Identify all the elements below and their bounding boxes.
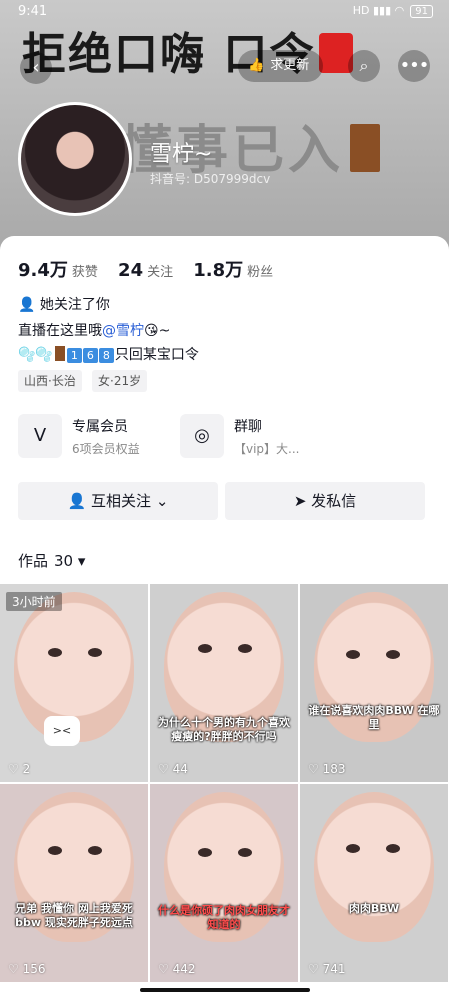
battery-icon: 91 <box>410 5 433 18</box>
video-caption: 谁在说喜欢肉肉BBW 在哪里 <box>308 704 440 731</box>
bio-line-2: 🫧🫧 1 6 8 只回某宝口令 <box>18 346 199 363</box>
tab-works[interactable]: 作品 30 ▾ <box>18 550 85 571</box>
location-tag: 山西·长治 <box>18 370 82 392</box>
like-count: ♡ 183 <box>308 762 346 776</box>
status-time: 9:41 <box>18 4 48 19</box>
door-emoji <box>350 124 381 172</box>
request-update-button[interactable]: 👍 求更新 <box>238 50 324 82</box>
avatar[interactable] <box>18 102 132 216</box>
home-indicator[interactable] <box>140 988 310 992</box>
video-thumbnail[interactable]: 谁在说喜欢肉肉BBW 在哪里 ♡ 183 <box>300 584 448 782</box>
stat-likes[interactable]: 9.4万 获赞 <box>18 260 98 281</box>
stat-followers[interactable]: 1.8万 粉丝 <box>193 260 273 281</box>
video-caption: 兄弟 我懂你 网上我爱死bbw 现实死胖子死远点 <box>15 902 133 929</box>
bio-mention-link[interactable]: @雪柠 <box>102 323 144 339</box>
video-thumbnail[interactable]: 3小时前 >< ♡ 2 <box>0 584 148 782</box>
search-icon: ⌕ <box>359 56 369 75</box>
user-icon: 👤 <box>18 297 36 313</box>
thumbs-up-icon: 👍 <box>248 58 265 73</box>
search-button[interactable]: ⌕ <box>348 50 380 82</box>
stat-following[interactable]: 24 关注 <box>118 260 173 281</box>
video-thumbnail[interactable]: 什么是你硕了肉肉女朋友才知道的 ♡ 442 <box>150 784 298 982</box>
status-bar: 9:41 HD ▮▮▮ ◠ 91 <box>0 0 449 24</box>
profile-card: 9.4万 获赞 24 关注 1.8万 粉丝 👤 她关注了你 直播在这里哦@雪柠😘~ 🫧… <box>0 236 449 1000</box>
video-caption: 什么是你硕了肉肉女朋友才知道的 <box>158 904 290 931</box>
like-count: ♡ 2 <box>8 762 31 776</box>
group-chat-icon: ◎ <box>180 414 224 458</box>
like-count: ♡ 44 <box>158 762 188 776</box>
video-thumbnail[interactable]: 肉肉BBW ♡ 741 <box>300 784 448 982</box>
douyin-id[interactable]: 抖音号: D507999dcv <box>150 170 270 187</box>
status-icons: HD ▮▮▮ ◠ 91 <box>353 4 433 18</box>
dropdown-caret-icon: ▾ <box>77 552 86 570</box>
bio-line-1: 直播在这里哦@雪柠😘~ <box>18 323 171 339</box>
door-emoji <box>54 346 65 361</box>
like-count: ♡ 442 <box>158 962 196 976</box>
vip-membership-entry[interactable]: V 专属会员 6项会员权益 <box>18 414 168 460</box>
chevron-down-icon: ⌄ <box>155 492 169 510</box>
bubbles-emoji: 🫧🫧 <box>18 347 53 363</box>
video-caption: 为什么十个男的有九个喜欢瘦瘦的?胖胖的不行吗 <box>158 716 290 743</box>
more-icon: ••• <box>399 55 430 76</box>
gender-age-tag: 女·21岁 <box>92 370 148 392</box>
video-thumbnail[interactable]: 为什么十个男的有九个喜欢瘦瘦的?胖胖的不行吗 ♡ 44 <box>150 584 298 782</box>
mutual-follow-button[interactable]: 👤 互相关注 ⌄ <box>18 482 218 520</box>
posted-time-badge: 3小时前 <box>6 592 62 611</box>
user-check-icon: 👤 <box>67 492 87 510</box>
video-thumbnail[interactable]: 兄弟 我懂你 网上我爱死bbw 现实死胖子死远点 ♡ 156 <box>0 784 148 982</box>
vip-icon: V <box>18 414 62 458</box>
stats-row: 9.4万 获赞 24 关注 1.8万 粉丝 <box>18 256 289 282</box>
like-count: ♡ 156 <box>8 962 46 976</box>
send-message-button[interactable]: ➤ 发私信 <box>225 482 425 520</box>
nickname: 雪柠~ <box>150 142 213 167</box>
more-button[interactable]: ••• <box>398 50 430 82</box>
back-arrow-icon: ‹ <box>32 57 40 78</box>
update-label: 求更新 <box>270 58 310 73</box>
video-caption: 肉肉BBW <box>348 902 400 915</box>
back-button[interactable]: ‹ <box>20 52 52 84</box>
signal-icon: HD ▮▮▮ ◠ <box>352 4 405 17</box>
like-count: ♡ 741 <box>308 962 346 976</box>
cat-sticker: >< <box>44 716 80 746</box>
follows-you: 👤 她关注了你 <box>18 297 110 313</box>
send-icon: ➤ <box>293 492 307 510</box>
group-chat-entry[interactable]: ◎ 群聊 【vip】大... <box>180 414 330 460</box>
